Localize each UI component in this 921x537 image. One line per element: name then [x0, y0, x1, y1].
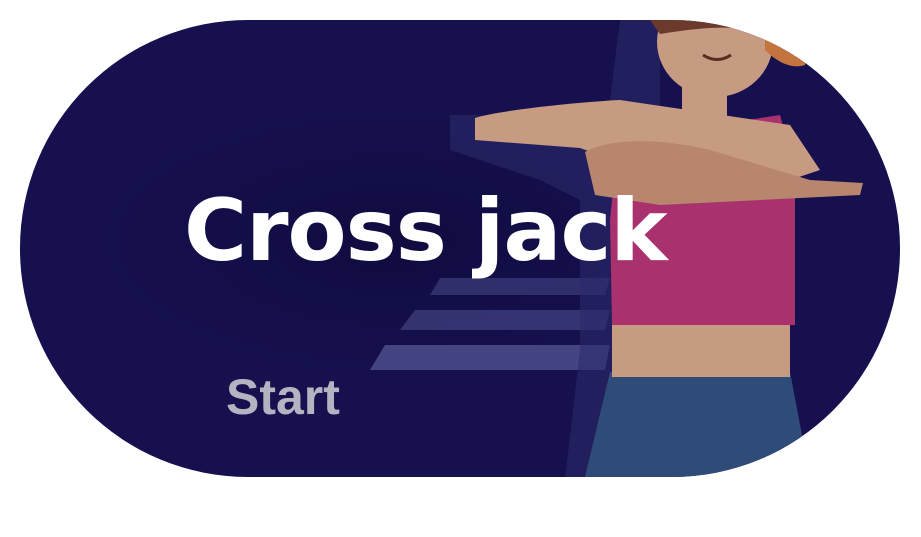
speed-line — [400, 310, 610, 330]
exercise-title: Cross jack — [184, 181, 668, 281]
speed-line — [370, 345, 610, 370]
exercise-card[interactable]: Cross jack Start — [20, 20, 900, 477]
midriff — [612, 322, 790, 377]
start-button[interactable]: Start — [226, 372, 340, 422]
pants — [585, 372, 810, 477]
